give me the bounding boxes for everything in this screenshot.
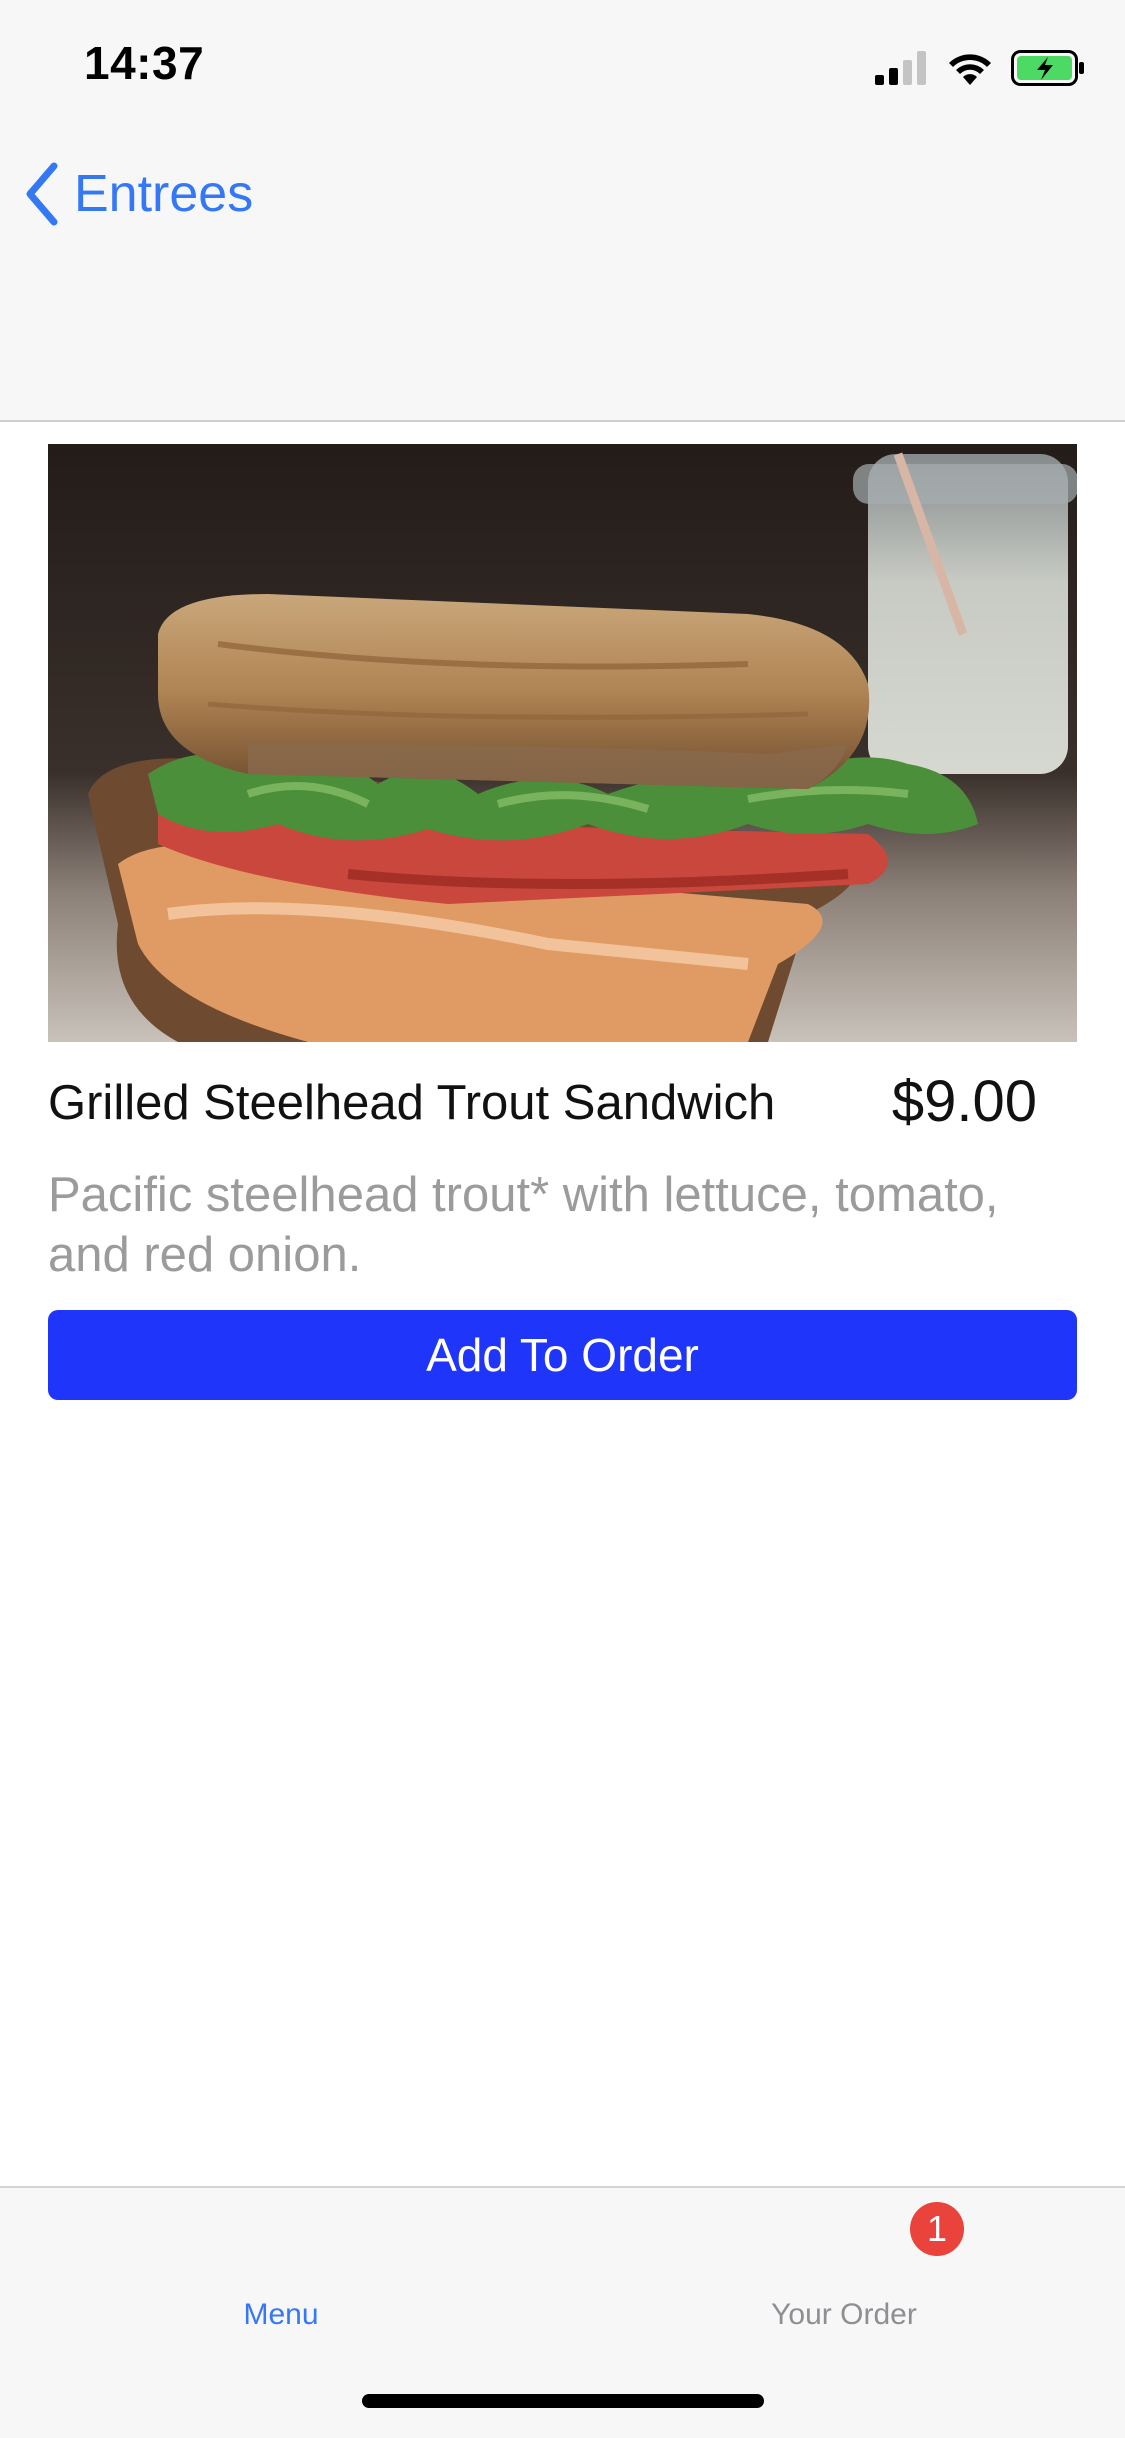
back-label: Entrees (74, 165, 254, 223)
back-button[interactable]: Entrees (22, 162, 253, 226)
add-to-order-button[interactable]: Add To Order (48, 1310, 1077, 1400)
battery-charging-icon (1011, 50, 1084, 86)
wifi-icon (949, 54, 991, 85)
order-count-badge: 1 (910, 2202, 964, 2256)
home-indicator[interactable] (362, 2394, 764, 2408)
cellular-signal-icon (875, 51, 926, 85)
tab-your-order-label: Your Order (771, 2298, 917, 2331)
sandwich-photo (48, 444, 1077, 1042)
status-time: 14:37 (84, 37, 205, 89)
tab-menu[interactable]: Menu (0, 2188, 562, 2368)
tab-menu-label: Menu (243, 2298, 319, 2331)
chevron-left-icon (26, 162, 58, 226)
item-price: $9.00 (891, 1069, 1037, 1134)
status-bar: 14:37 (0, 0, 1125, 132)
item-title: Grilled Steelhead Trout Sandwich (48, 1076, 776, 1130)
item-description: Pacific steelhead trout* with lettuce, t… (48, 1168, 999, 1282)
status-icons (875, 46, 1085, 90)
tab-your-order[interactable]: 1 Your Order (563, 2188, 1125, 2368)
navigation-bar: Entrees (0, 132, 1125, 422)
